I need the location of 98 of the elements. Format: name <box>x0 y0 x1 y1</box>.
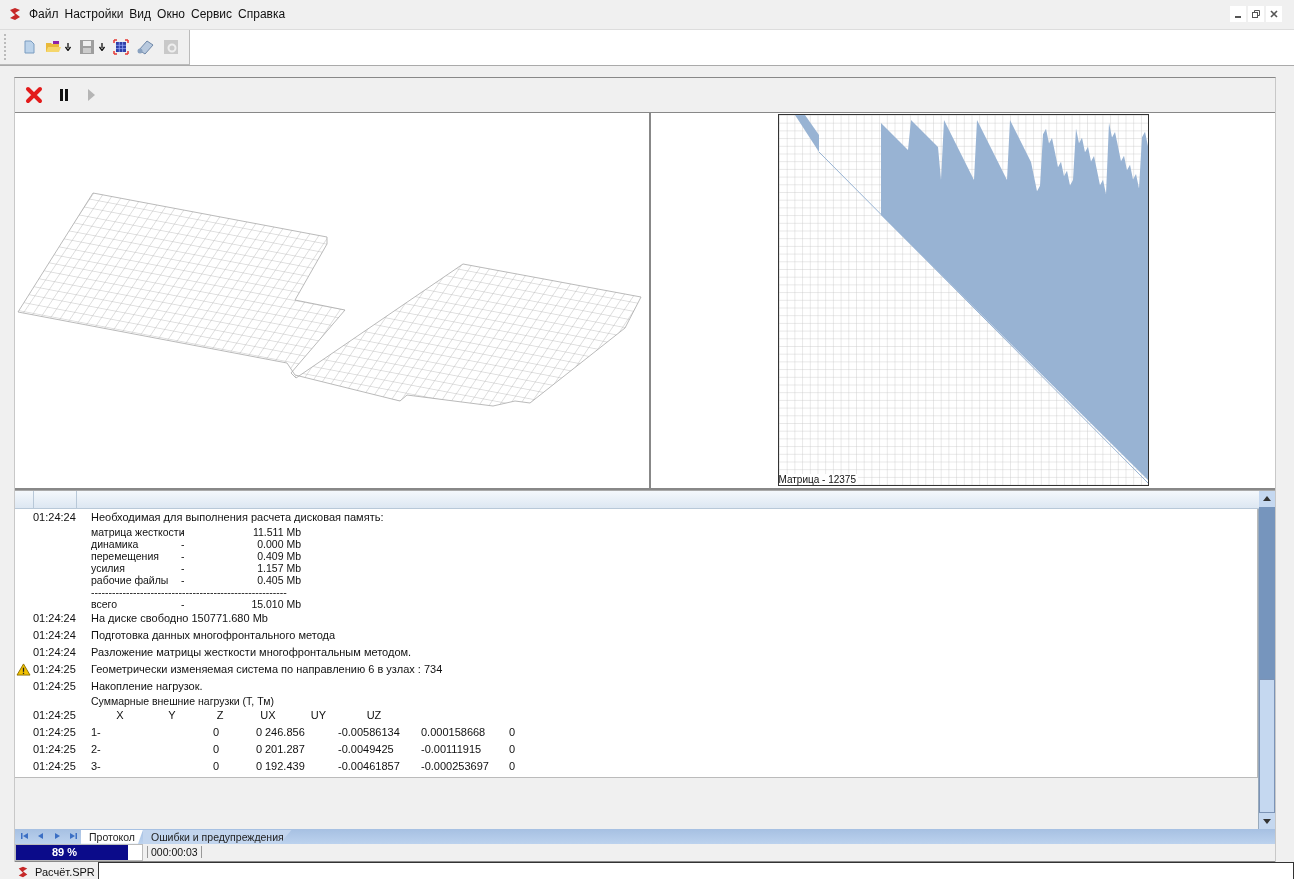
down-arrow-icon <box>65 42 71 51</box>
log-time: 01:24:25 <box>33 709 77 722</box>
log-text: динамика <box>91 537 140 550</box>
app-logo-icon <box>8 7 22 22</box>
menu-item[interactable]: Сервис <box>187 5 236 24</box>
gear-icon <box>163 38 179 55</box>
table-header: Z <box>215 709 225 722</box>
table-header: UX <box>259 709 277 722</box>
log-text: 11.511 Mb <box>251 525 301 538</box>
menu-item[interactable]: Настройки <box>61 5 127 24</box>
log-time: 01:24:25 <box>33 680 77 693</box>
previous-icon <box>36 831 46 842</box>
scroll-icon <box>137 38 155 55</box>
table-cell-text: 192.439 <box>265 760 306 773</box>
tab[interactable]: Протокол <box>81 829 143 844</box>
log-time: 01:24:25 <box>33 743 77 756</box>
restore-icon <box>1251 9 1261 20</box>
table-cell-text: 2- <box>91 743 102 756</box>
log-text: 15.010 Mb <box>250 597 301 610</box>
log-text: всего <box>91 597 118 610</box>
table-cell-text: -0.0049425 <box>338 743 395 756</box>
table-cell-text: 0 <box>211 760 220 773</box>
log-text: - <box>181 561 186 574</box>
table-cell-text: -0.000253697 <box>421 760 490 773</box>
tab[interactable]: Ошибки и предупреждения <box>143 829 292 844</box>
matrix-label: Матрица - 12375 <box>778 473 858 485</box>
close-icon <box>1269 9 1279 20</box>
log-time: 01:24:24 <box>33 511 77 524</box>
table-header: X <box>115 709 125 722</box>
menu-item[interactable]: Справка <box>235 5 289 24</box>
menu-item[interactable]: Файл <box>26 5 62 24</box>
table-cell-text: 0 <box>254 760 263 773</box>
table-cell-text: 0 <box>254 726 263 739</box>
close-button[interactable] <box>1266 6 1282 23</box>
document-tab[interactable]: Расчёт.SPR <box>14 864 98 879</box>
down-arrow-icon <box>99 42 105 51</box>
progress-percent: 89 % <box>52 845 78 858</box>
table-header: UY <box>309 709 328 722</box>
log-time: 01:24:25 <box>33 726 77 739</box>
table-cell-text: -0.00586134 <box>338 726 401 739</box>
log-text: -------------------------------------------------------- <box>91 585 287 598</box>
minimize-icon <box>1235 16 1241 19</box>
elapsed-time: 000:00:03 <box>147 846 202 859</box>
table-cell-text: 246.856 <box>265 726 306 739</box>
grid-icon <box>113 38 129 55</box>
scrollbar[interactable] <box>1258 490 1275 829</box>
pause-icon <box>57 86 71 103</box>
log-message: Разложение матрицы жесткости многофронтальным методом. <box>91 646 412 659</box>
document-icon <box>21 38 37 55</box>
log-message: Необходимая для выполнения расчета дисковая память: <box>91 511 384 524</box>
table-cell-text: 0 <box>509 743 517 756</box>
log-text: - <box>181 597 186 610</box>
log-text: - <box>181 537 186 550</box>
log-message: Подготовка данных многофронтального метода <box>91 629 336 642</box>
table-cell-text: -0.00111915 <box>421 743 483 756</box>
table-header: Y <box>167 709 177 722</box>
log-text: 0.000 Mb <box>256 537 301 550</box>
app-logo-icon <box>17 865 29 878</box>
log-text: - <box>181 549 186 562</box>
restore-button[interactable] <box>1248 6 1264 23</box>
log-text: 1.157 Mb <box>256 561 301 574</box>
play-icon <box>85 86 97 103</box>
table-cell-text: 0 <box>211 743 220 756</box>
table-cell-text: 0 <box>254 743 263 756</box>
table-cell-text: 1- <box>91 726 102 739</box>
grid-button[interactable] <box>111 36 131 57</box>
table-cell-text: 0 <box>211 726 220 739</box>
stop-icon <box>25 85 43 104</box>
log-text: 0.405 Mb <box>256 573 301 586</box>
log-time: 01:24:24 <box>33 629 77 642</box>
log-time: 01:24:25 <box>33 663 77 676</box>
first-page-icon <box>20 831 30 842</box>
folder-icon <box>45 38 61 55</box>
log-text: усилия <box>91 561 125 574</box>
log-text: Суммарные внешние нагрузки (Т, Тм) <box>91 694 274 707</box>
table-cell-text: 3- <box>91 760 102 773</box>
last-page-icon <box>68 831 78 842</box>
menu-item[interactable]: Вид <box>126 5 155 24</box>
log-text: - <box>181 573 186 586</box>
next-icon <box>52 831 62 842</box>
log-text: перемещения <box>91 549 160 562</box>
log-message: На диске свободно 150771.680 Mb <box>91 612 268 625</box>
table-cell-text: 0 <box>509 760 517 773</box>
log-time: 01:24:24 <box>33 646 77 659</box>
minimize-button[interactable] <box>1230 6 1246 23</box>
log-text: 0.409 Mb <box>256 549 301 562</box>
table-cell-text: 0.000158668 <box>421 726 487 739</box>
table-header: UZ <box>365 709 383 722</box>
log-text: рабочие файлы <box>91 573 170 586</box>
table-cell-text: -0.00461857 <box>338 760 401 773</box>
log-time: 01:24:25 <box>33 760 77 773</box>
table-cell-text: 0 <box>509 726 517 739</box>
warning-icon <box>16 662 31 676</box>
log-message: Накопление нагрузок. <box>91 680 203 693</box>
log-time: 01:24:24 <box>33 612 77 625</box>
table-cell-text: 201.287 <box>265 743 306 756</box>
menu-item[interactable]: Окно <box>154 5 188 24</box>
log-message: Геометрически изменяемая система по направлению 6 в узлах : 734 <box>91 663 443 676</box>
